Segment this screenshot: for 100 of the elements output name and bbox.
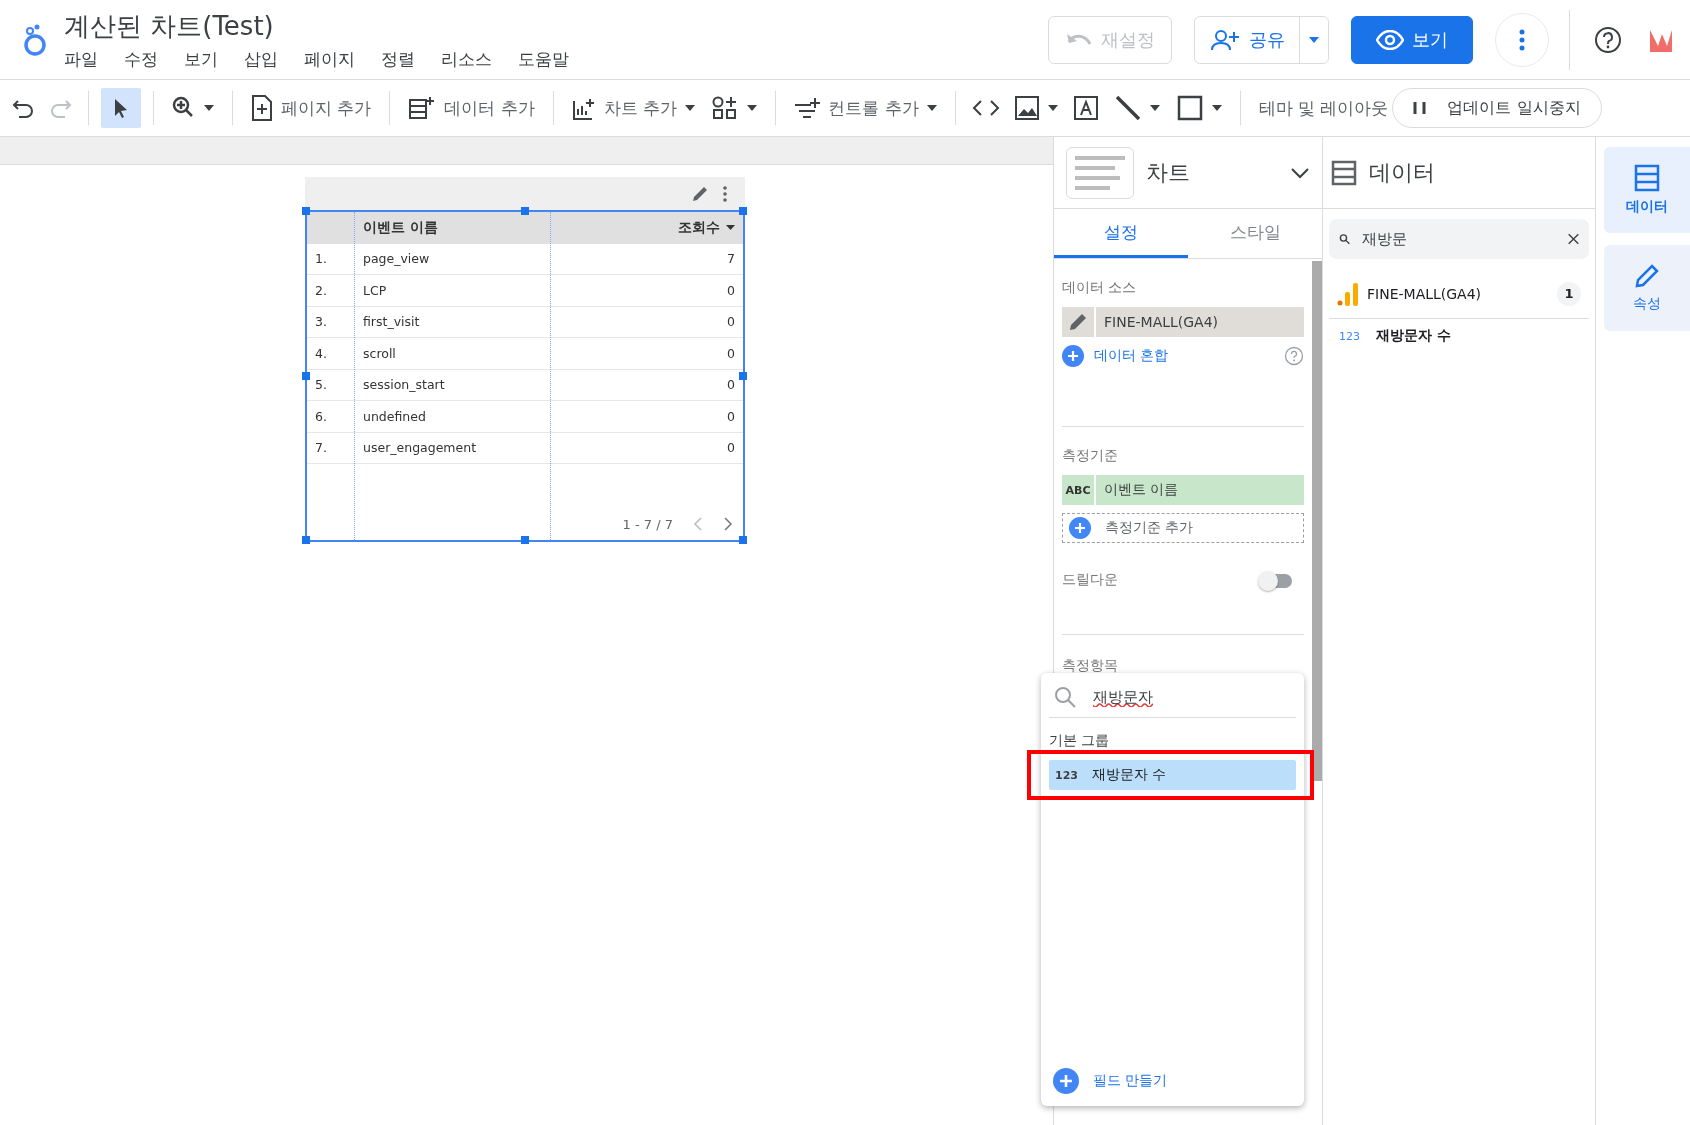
menu-item[interactable]: 리소스 — [441, 47, 492, 71]
data-source-name[interactable]: FINE-MALL(GA4) — [1367, 285, 1482, 302]
add-circle-icon[interactable] — [1069, 517, 1091, 539]
next-page-icon[interactable] — [723, 516, 733, 532]
table-cell-text: 0 — [726, 313, 736, 332]
menu-item[interactable]: 보기 — [184, 47, 218, 71]
chevron-down-icon[interactable] — [1290, 166, 1310, 179]
table-cell-text: user_engagement — [362, 439, 478, 458]
pause-icon — [1413, 100, 1428, 116]
create-field-link[interactable]: 필드 만들기 — [1093, 1072, 1168, 1090]
side-tab[interactable]: 데이터 — [1604, 147, 1690, 233]
add-data-button[interactable]: 데이터 추가 — [402, 88, 541, 128]
square-icon — [1175, 94, 1204, 122]
sliders-plus-icon — [794, 97, 821, 119]
table-chart[interactable]: 이벤트 이름 조회수 1. page_view 7 2. LCP 0 3. first_visit 0 4. scroll 0 5. session_start 0 6. undefined 0 7. user_engagement 0 1 - 7 / 7 — [305, 210, 745, 542]
row-number: 2. — [314, 281, 328, 300]
menu-item[interactable]: 삽입 — [244, 47, 278, 71]
resize-handle[interactable] — [302, 372, 310, 380]
code-icon — [971, 98, 1000, 118]
bar-chart-icon — [1337, 281, 1359, 306]
row-number: 6. — [314, 407, 328, 426]
caret-icon — [204, 105, 214, 111]
more-vertical-icon — [1519, 28, 1525, 51]
blend-data-link[interactable]: 데이터 혼합 — [1094, 347, 1274, 365]
column-header[interactable]: 이벤트 이름 — [355, 212, 551, 244]
chart-type-label[interactable]: 차트 — [1146, 157, 1278, 188]
drilldown-label: 드릴다운 — [1062, 571, 1118, 589]
view-button[interactable]: 보기 — [1351, 15, 1473, 64]
resize-handle[interactable] — [302, 536, 310, 544]
add-control-button[interactable]: 컨트롤 추가 — [788, 88, 943, 128]
close-icon[interactable] — [1568, 231, 1579, 247]
panel-tab[interactable]: 설정 — [1054, 209, 1188, 258]
resize-handle[interactable] — [739, 536, 747, 544]
text-box-icon — [1071, 94, 1100, 122]
sort-caret-icon — [726, 225, 735, 231]
menu-item[interactable]: 파일 — [64, 47, 98, 71]
field-option[interactable]: 123 재방문자 수 — [1049, 760, 1296, 790]
group-label: 기본 그룹 — [1049, 732, 1111, 750]
field-count-badge: 1 — [1557, 281, 1581, 306]
side-tab[interactable]: 속성 — [1604, 245, 1690, 331]
data-search-field[interactable]: 재방문 — [1329, 219, 1589, 259]
table-cell-text: 0 — [726, 344, 736, 363]
menu-item[interactable]: 페이지 — [304, 47, 355, 71]
data-source-chip[interactable]: FINE-MALL(GA4) — [1062, 307, 1304, 337]
add-person-icon — [1211, 28, 1239, 51]
database-icon — [1331, 159, 1357, 186]
add-circle-icon[interactable] — [1062, 345, 1084, 367]
row-number: 7. — [314, 439, 328, 458]
search-icon — [1339, 231, 1350, 247]
theme-layout-button[interactable]: 테마 및 레이아웃 — [1252, 88, 1395, 128]
table-cell-text: session_start — [362, 376, 446, 395]
table-cell-text: page_view — [362, 250, 431, 269]
table-cell-text: 0 — [726, 281, 736, 300]
edit-icon — [1068, 312, 1088, 332]
add-circle-icon[interactable] — [1053, 1068, 1079, 1094]
select-tool-button[interactable] — [101, 88, 141, 128]
caret-icon — [1211, 105, 1222, 111]
table-cell-text: undefined — [362, 407, 427, 426]
table-cell-text: 0 — [726, 407, 736, 426]
resize-handle[interactable] — [739, 372, 747, 380]
help-icon — [1594, 25, 1622, 54]
resize-handle[interactable] — [521, 536, 529, 544]
add-page-button[interactable]: 페이지 추가 — [245, 88, 378, 128]
table-chart-thumbnail[interactable] — [1066, 146, 1134, 199]
data-field[interactable]: 123 재방문자 수 — [1329, 319, 1589, 353]
redo-icon — [48, 97, 72, 119]
resize-handle[interactable] — [521, 207, 529, 215]
add-chart-button[interactable]: 차트 추가 — [565, 88, 702, 128]
row-number: 3. — [314, 313, 328, 332]
caret-icon — [685, 105, 696, 111]
menu-item[interactable]: 도움말 — [518, 47, 569, 71]
add-dimension-button[interactable]: 측정기준 추가 — [1062, 513, 1304, 543]
menu-item[interactable]: 수정 — [124, 47, 158, 71]
section-label: 측정항목 — [1062, 657, 1119, 675]
dimension-chip[interactable]: ABC 이벤트 이름 — [1062, 475, 1304, 505]
panel-tab[interactable]: 스타일 — [1188, 209, 1322, 258]
row-number: 1. — [314, 250, 328, 269]
add-data-icon — [408, 95, 437, 121]
caret-icon — [747, 105, 758, 111]
help-icon[interactable] — [1284, 346, 1304, 366]
edit-icon[interactable] — [691, 184, 709, 203]
caret-icon — [1047, 105, 1058, 111]
resize-handle[interactable] — [739, 207, 747, 215]
report-title[interactable]: 계산된 차트(Test) — [64, 8, 1048, 44]
database-icon — [1633, 164, 1661, 192]
table-cell-text: first_visit — [362, 313, 421, 332]
table-cell-text: 0 — [726, 439, 736, 458]
table-cell-text: scroll — [362, 344, 397, 363]
previous-page-icon[interactable] — [693, 516, 703, 532]
section-label: 측정기준 — [1062, 447, 1119, 465]
more-vertical-icon[interactable] — [723, 185, 727, 202]
menu-item[interactable]: 정렬 — [381, 47, 415, 71]
resize-handle[interactable] — [302, 207, 310, 215]
table-cell-text: 7 — [726, 250, 736, 269]
column-header[interactable]: 조회수 — [551, 212, 743, 244]
caret-icon — [926, 105, 937, 111]
data-search-input[interactable]: 재방문 — [1360, 229, 1558, 249]
table-cell-text: 0 — [726, 376, 736, 395]
pause-updates-button[interactable]: 업데이트 일시중지 — [1392, 88, 1602, 128]
drilldown-toggle[interactable] — [1260, 571, 1292, 591]
